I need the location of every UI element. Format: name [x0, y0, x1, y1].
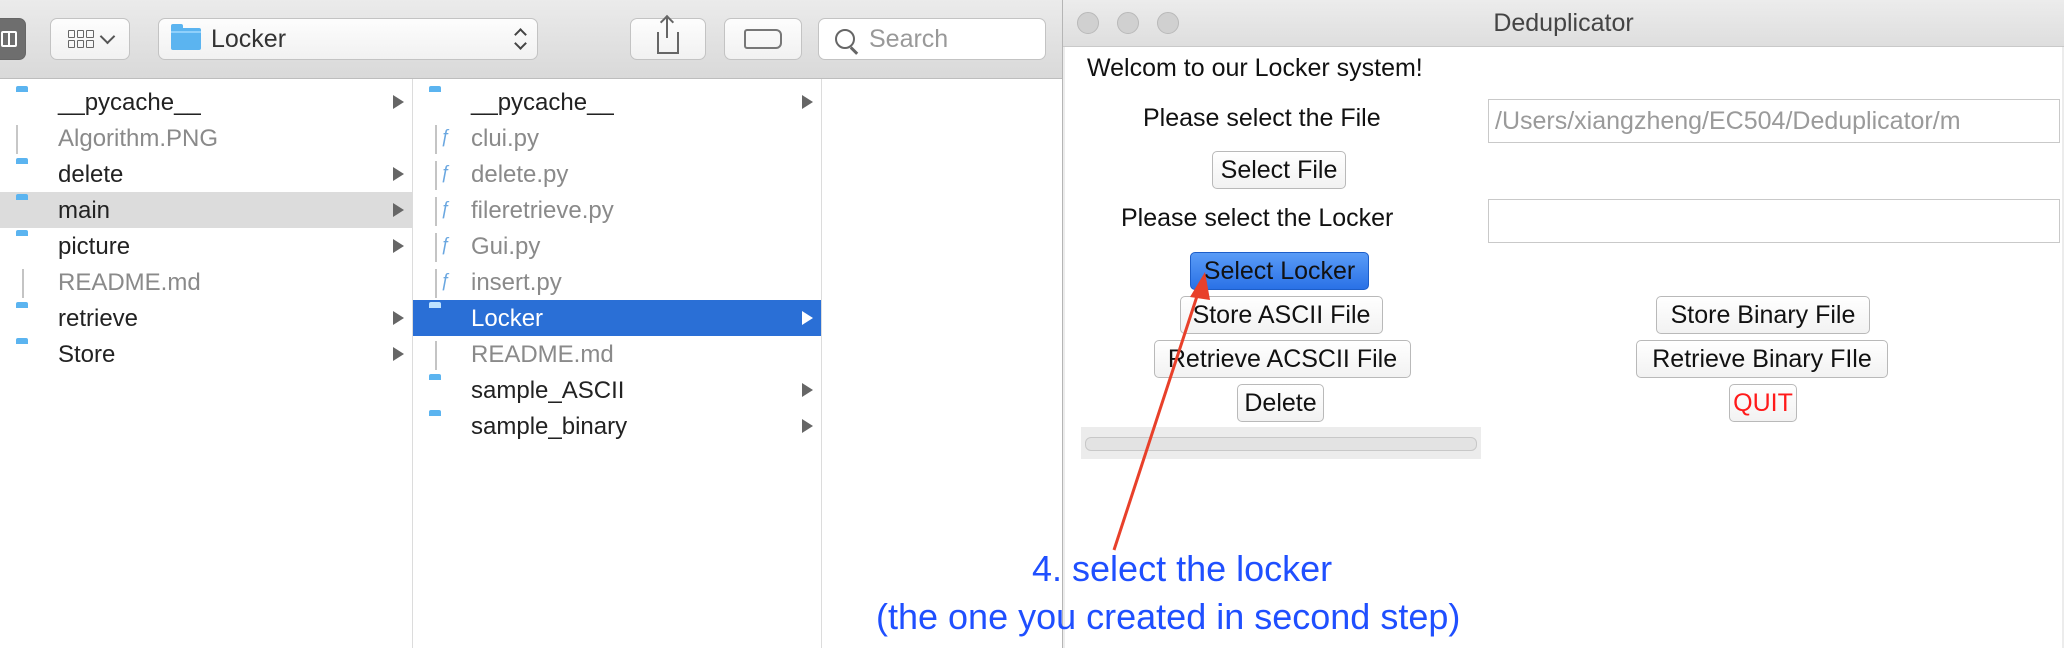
item-label: sample_binary [471, 413, 628, 440]
disclosure-arrow-icon [393, 95, 404, 109]
item-label: delete [58, 161, 124, 188]
select-file-button[interactable]: Select File [1212, 151, 1346, 189]
disclosure-arrow-icon [802, 95, 813, 109]
welcome-text: Welcom to our Locker system! [1087, 54, 1423, 82]
folder-row[interactable]: sample_ASCII [413, 372, 821, 408]
item-label: README.md [471, 341, 614, 368]
chevron-down-icon [99, 28, 115, 44]
search-icon [835, 29, 855, 49]
item-label: sample_ASCII [471, 377, 625, 404]
item-label: insert.py [471, 269, 562, 296]
disclosure-arrow-icon [393, 311, 404, 325]
python-file-icon [429, 161, 437, 190]
file-label: Please select the File [1143, 104, 1381, 132]
window-title: Deduplicator [1493, 9, 1634, 37]
search-field[interactable]: Search [818, 18, 1046, 60]
file-row[interactable]: delete.py [413, 156, 821, 192]
item-label: clui.py [471, 125, 540, 152]
disclosure-arrow-icon [802, 311, 813, 325]
item-label: fileretrieve.py [471, 197, 614, 224]
text-file-icon [16, 269, 24, 298]
share-icon [657, 18, 679, 54]
disclosure-arrow-icon [393, 347, 404, 361]
file-row[interactable]: Gui.py [413, 228, 821, 264]
select-locker-button[interactable]: Select Locker [1190, 252, 1369, 290]
file-row[interactable]: README.md [0, 264, 412, 300]
finder-window: Locker Search __pycache__ Algorithm.PNG de… [0, 0, 1062, 648]
quit-button[interactable]: QUIT [1729, 384, 1797, 422]
folder-row[interactable]: __pycache__ [0, 84, 412, 120]
locker-label: Please select the Locker [1121, 204, 1394, 232]
finder-column-3[interactable] [822, 79, 1062, 648]
item-label: README.md [58, 269, 201, 296]
file-path-field[interactable]: /Users/xiangzheng/EC504/Deduplicator/m [1488, 99, 2060, 143]
folder-row[interactable]: __pycache__ [413, 84, 821, 120]
file-row[interactable]: clui.py [413, 120, 821, 156]
disclosure-arrow-icon [393, 239, 404, 253]
title-bar[interactable]: Deduplicator [1063, 0, 2064, 47]
file-row[interactable]: fileretrieve.py [413, 192, 821, 228]
python-file-icon [429, 125, 437, 154]
file-row[interactable]: README.md [413, 336, 821, 372]
folder-row[interactable]: retrieve [0, 300, 412, 336]
disclosure-arrow-icon [393, 203, 404, 217]
delete-button[interactable]: Delete [1237, 384, 1324, 422]
image-file-icon [16, 125, 18, 154]
share-button[interactable] [630, 18, 706, 60]
grid-icon [67, 30, 94, 48]
search-placeholder: Search [869, 24, 949, 53]
finder-column-1[interactable]: __pycache__ Algorithm.PNG delete main pictur… [0, 79, 413, 648]
item-label: Locker [471, 305, 544, 332]
disclosure-arrow-icon [393, 167, 404, 181]
item-label: Algorithm.PNG [58, 125, 219, 152]
file-row[interactable]: Algorithm.PNG [0, 120, 412, 156]
store-ascii-button[interactable]: Store ASCII File [1180, 296, 1383, 334]
folder-icon [171, 24, 201, 50]
python-file-icon [429, 197, 437, 226]
store-binary-button[interactable]: Store Binary File [1656, 296, 1870, 334]
file-row[interactable]: insert.py [413, 264, 821, 300]
path-label: Locker [211, 24, 287, 53]
progress-bar [1081, 427, 1481, 459]
finder-toolbar: Locker Search [0, 0, 1062, 79]
group-by-button[interactable] [50, 18, 130, 60]
python-file-icon [429, 233, 437, 262]
item-label: picture [58, 233, 131, 260]
item-label: main [58, 197, 111, 224]
progress-trough [1085, 437, 1477, 451]
path-popup[interactable]: Locker [158, 18, 538, 60]
retrieve-binary-button[interactable]: Retrieve Binary FIle [1636, 340, 1888, 378]
item-label: __pycache__ [58, 89, 201, 116]
disclosure-arrow-icon [802, 419, 813, 433]
annotation-line-1: 4. select the locker [1032, 548, 1333, 589]
item-label: Store [58, 341, 116, 368]
folder-row[interactable]: sample_binary [413, 408, 821, 444]
folder-row[interactable]: delete [0, 156, 412, 192]
item-label: delete.py [471, 161, 569, 188]
annotation-line-2: (the one you created in second step) [876, 596, 1461, 637]
folder-row[interactable]: main [0, 192, 412, 228]
column-view-icon [1, 31, 17, 47]
python-file-icon [429, 269, 437, 298]
folder-row[interactable]: picture [0, 228, 412, 264]
item-label: __pycache__ [471, 89, 614, 116]
tag-button[interactable] [724, 18, 802, 60]
item-label: retrieve [58, 305, 139, 332]
text-file-icon [429, 341, 437, 370]
item-label: Gui.py [471, 233, 541, 260]
locker-path-field[interactable] [1488, 199, 2060, 243]
up-down-arrows-icon [513, 27, 527, 51]
folder-row[interactable]: Locker [413, 300, 821, 336]
tag-icon [744, 29, 782, 49]
column-view-button[interactable] [0, 18, 26, 60]
folder-row[interactable]: Store [0, 336, 412, 372]
finder-column-2[interactable]: __pycache__ clui.py delete.py fileretrieve.… [413, 79, 822, 648]
disclosure-arrow-icon [802, 383, 813, 397]
retrieve-ascii-button[interactable]: Retrieve ACSCII File [1154, 340, 1411, 378]
